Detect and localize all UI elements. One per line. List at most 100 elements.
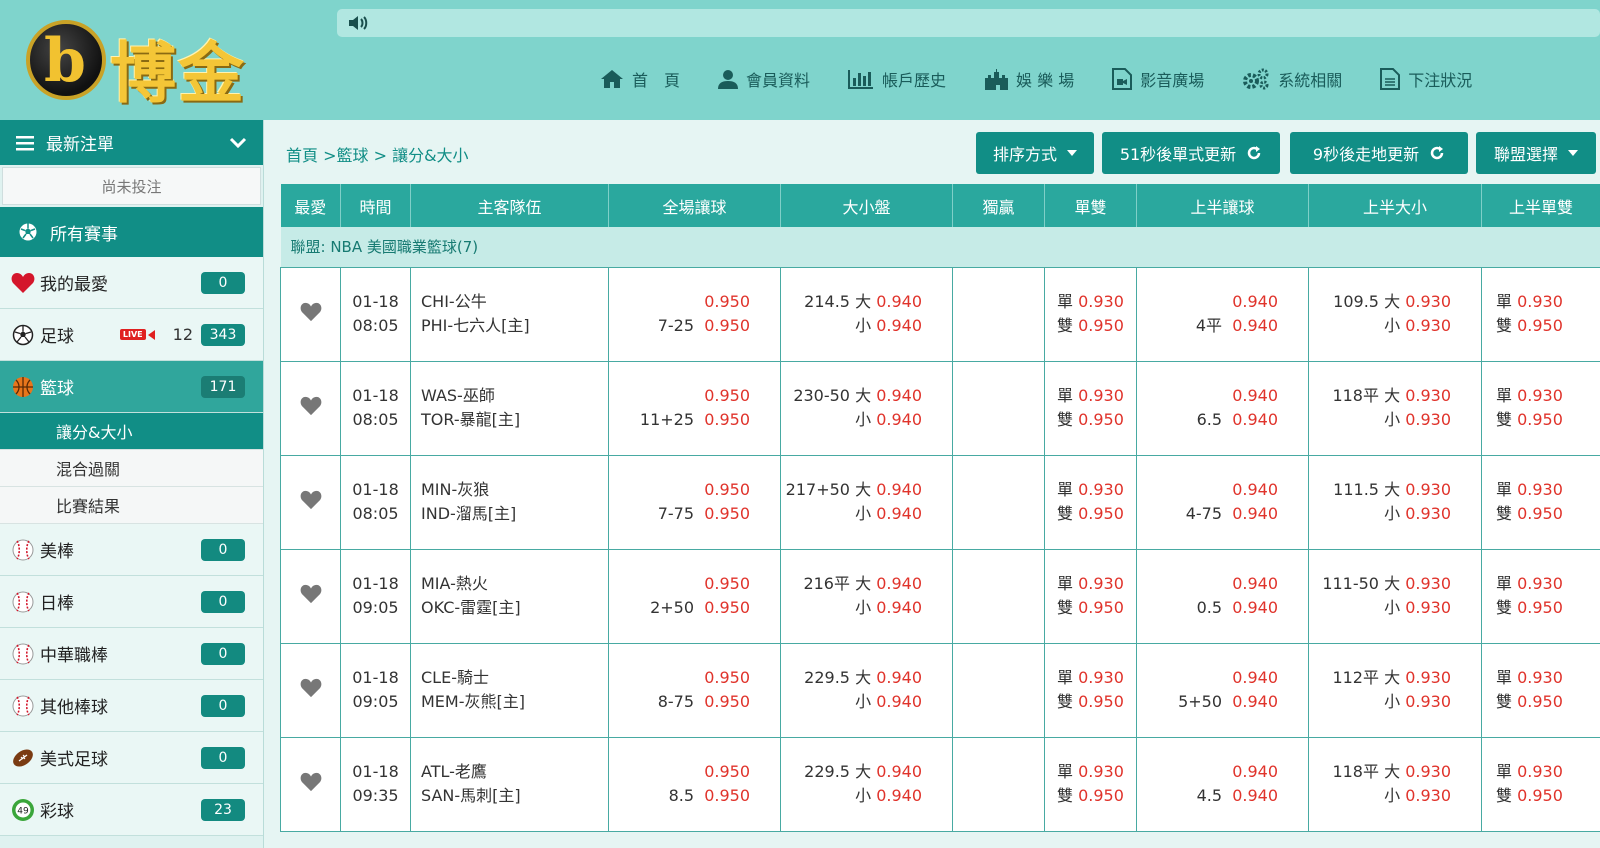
odds-value[interactable]: 0.930 [1405, 316, 1451, 335]
odds-value[interactable]: 0.930 [1405, 410, 1451, 429]
favorite-cell[interactable] [280, 736, 341, 832]
odds-value[interactable]: 0.940 [1232, 292, 1278, 311]
odds-value[interactable]: 0.930 [1517, 574, 1563, 593]
favorite-cell[interactable] [280, 266, 341, 362]
all-events-header[interactable]: 所有賽事 [0, 207, 263, 257]
sidebar-item-american-football[interactable]: 美式足球 0 [0, 732, 263, 784]
sidebar-sub-results[interactable]: 比賽結果 [0, 487, 263, 524]
odds-value[interactable]: 0.940 [876, 668, 922, 687]
odds-value[interactable]: 0.950 [704, 386, 750, 405]
odds-value[interactable]: 0.950 [1517, 504, 1563, 523]
odds-value[interactable]: 0.930 [1405, 762, 1451, 781]
nav-home[interactable]: 首 頁 [600, 62, 680, 96]
odds-value[interactable]: 0.950 [704, 292, 750, 311]
sort-button[interactable]: 排序方式 [976, 132, 1094, 174]
odds-value[interactable]: 0.930 [1517, 668, 1563, 687]
heart-icon[interactable] [300, 302, 322, 322]
odds-value[interactable]: 0.930 [1517, 386, 1563, 405]
heart-icon[interactable] [300, 584, 322, 604]
odds-value[interactable]: 0.930 [1517, 762, 1563, 781]
nav-video-plaza[interactable]: 影音廣場 [1112, 62, 1204, 96]
odds-value[interactable]: 0.940 [876, 574, 922, 593]
announcement-marquee[interactable] [337, 9, 1600, 37]
odds-value[interactable]: 0.930 [1517, 480, 1563, 499]
odds-value[interactable]: 0.940 [876, 598, 922, 617]
odds-value[interactable]: 0.930 [1405, 504, 1451, 523]
odds-value[interactable]: 0.950 [704, 598, 750, 617]
odds-value[interactable]: 0.930 [1405, 598, 1451, 617]
logo[interactable]: b 博金 [26, 18, 266, 112]
odds-value[interactable]: 0.940 [1232, 692, 1278, 711]
odds-value[interactable]: 0.930 [1405, 386, 1451, 405]
odds-value[interactable]: 0.950 [1517, 316, 1563, 335]
odds-value[interactable]: 0.950 [1078, 786, 1124, 805]
nav-bet-status[interactable]: 下注狀況 [1380, 62, 1472, 96]
odds-value[interactable]: 0.930 [1405, 692, 1451, 711]
favorite-cell[interactable] [280, 454, 341, 550]
sidebar-item-other-baseball[interactable]: 其他棒球 0 [0, 680, 263, 732]
odds-value[interactable]: 0.950 [704, 480, 750, 499]
heart-icon[interactable] [300, 678, 322, 698]
odds-value[interactable]: 0.940 [1232, 386, 1278, 405]
sidebar-item-basketball[interactable]: 籃球 171 [0, 361, 263, 413]
odds-value[interactable]: 0.940 [876, 762, 922, 781]
odds-value[interactable]: 0.930 [1078, 292, 1124, 311]
odds-value[interactable]: 0.950 [1078, 598, 1124, 617]
odds-value[interactable]: 0.940 [1232, 762, 1278, 781]
sidebar-sub-parlay[interactable]: 混合過關 [0, 450, 263, 487]
heart-icon[interactable] [300, 490, 322, 510]
odds-value[interactable]: 0.930 [1078, 386, 1124, 405]
heart-icon[interactable] [300, 396, 322, 416]
nav-account-history[interactable]: 帳戶歷史 [848, 62, 946, 96]
odds-value[interactable]: 0.940 [1232, 504, 1278, 523]
refresh-single-button[interactable]: 51秒後單式更新 [1102, 132, 1280, 174]
odds-value[interactable]: 0.950 [1078, 410, 1124, 429]
odds-value[interactable]: 0.940 [876, 316, 922, 335]
odds-value[interactable]: 0.940 [876, 386, 922, 405]
odds-value[interactable]: 0.950 [704, 504, 750, 523]
odds-value[interactable]: 0.940 [876, 410, 922, 429]
breadcrumb[interactable]: 首頁 >籃球 > 讓分&大小 [286, 142, 469, 166]
odds-value[interactable]: 0.940 [1232, 574, 1278, 593]
odds-value[interactable]: 0.940 [876, 292, 922, 311]
odds-value[interactable]: 0.940 [1232, 410, 1278, 429]
sidebar-item-lottery[interactable]: 49 彩球 23 [0, 784, 263, 836]
favorite-cell[interactable] [280, 642, 341, 738]
odds-value[interactable]: 0.940 [876, 692, 922, 711]
odds-value[interactable]: 0.940 [876, 504, 922, 523]
odds-value[interactable]: 0.930 [1405, 786, 1451, 805]
odds-value[interactable]: 0.930 [1078, 480, 1124, 499]
odds-value[interactable]: 0.930 [1078, 574, 1124, 593]
nav-casino[interactable]: 娛 樂 場 [984, 62, 1074, 96]
odds-value[interactable]: 0.940 [1232, 668, 1278, 687]
latest-orders-header[interactable]: 最新注單 [0, 120, 263, 165]
odds-value[interactable]: 0.930 [1405, 574, 1451, 593]
sidebar-item-mlb[interactable]: 美棒 0 [0, 524, 263, 576]
odds-value[interactable]: 0.940 [1232, 316, 1278, 335]
odds-value[interactable]: 0.950 [704, 410, 750, 429]
odds-value[interactable]: 0.950 [704, 692, 750, 711]
odds-value[interactable]: 0.950 [704, 316, 750, 335]
odds-value[interactable]: 0.950 [1517, 786, 1563, 805]
odds-value[interactable]: 0.930 [1405, 292, 1451, 311]
odds-value[interactable]: 0.950 [1078, 692, 1124, 711]
odds-value[interactable]: 0.930 [1405, 480, 1451, 499]
nav-system[interactable]: 系統相關 [1242, 62, 1342, 96]
sidebar-item-npb[interactable]: 日棒 0 [0, 576, 263, 628]
sidebar-item-cpbl[interactable]: 中華職棒 0 [0, 628, 263, 680]
odds-value[interactable]: 0.940 [1232, 786, 1278, 805]
odds-value[interactable]: 0.930 [1078, 762, 1124, 781]
sidebar-sub-handicap[interactable]: 讓分&大小 [0, 413, 263, 450]
odds-value[interactable]: 0.950 [704, 574, 750, 593]
odds-value[interactable]: 0.940 [876, 480, 922, 499]
sidebar-item-favorites[interactable]: 我的最愛 0 [0, 257, 263, 309]
nav-member-info[interactable]: 會員資料 [718, 62, 810, 96]
refresh-live-button[interactable]: 9秒後走地更新 [1290, 132, 1468, 174]
odds-value[interactable]: 0.940 [1232, 480, 1278, 499]
odds-value[interactable]: 0.950 [1517, 410, 1563, 429]
odds-value[interactable]: 0.950 [704, 762, 750, 781]
odds-value[interactable]: 0.950 [1517, 692, 1563, 711]
favorite-cell[interactable] [280, 548, 341, 644]
odds-value[interactable]: 0.950 [1517, 598, 1563, 617]
odds-value[interactable]: 0.950 [1078, 504, 1124, 523]
